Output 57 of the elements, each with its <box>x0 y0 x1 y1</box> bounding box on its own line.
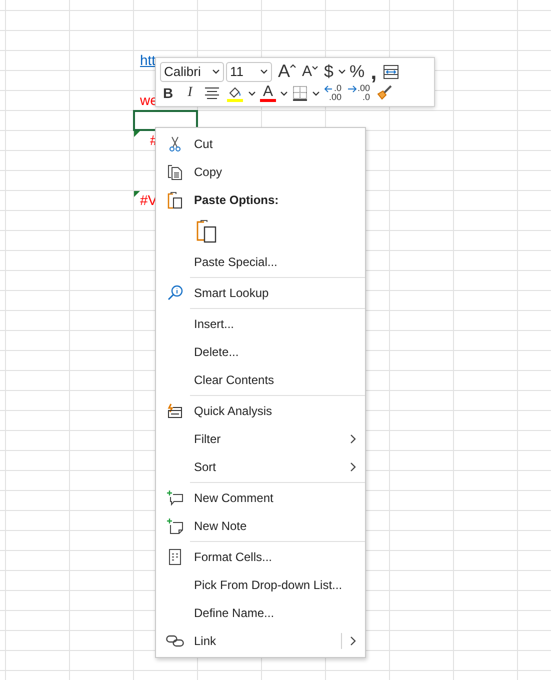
menu-item[interactable]: Smart Lookup <box>156 279 365 307</box>
arrow-icon <box>324 84 333 92</box>
caret-icon <box>212 69 220 74</box>
merge-cells-icon[interactable] <box>382 64 399 80</box>
link-icon <box>166 635 184 647</box>
menu-item[interactable]: Pick From Drop-down List... <box>156 571 365 599</box>
menu-item[interactable]: Quick Analysis <box>156 397 365 425</box>
increase-decimal-button[interactable]: .00 .0 <box>348 84 370 102</box>
chevron-right-icon <box>350 636 356 646</box>
font-name-dropdown[interactable]: Calibri <box>160 62 224 82</box>
clipboard-icon <box>167 191 183 209</box>
caret-icon <box>290 64 296 68</box>
menu-item[interactable]: Format Cells... <box>156 543 365 571</box>
cell-link[interactable]: htt <box>140 53 156 68</box>
percent-format-button[interactable]: % <box>350 62 365 82</box>
menu-item[interactable]: New Note <box>156 512 365 540</box>
font-size-dropdown[interactable]: 11 <box>226 62 272 82</box>
menu-item[interactable]: Clear Contents <box>156 366 365 394</box>
caret-icon <box>260 69 268 74</box>
copy-icon <box>167 164 183 180</box>
italic-button[interactable]: I <box>182 85 198 101</box>
comma-style-button[interactable]: , <box>370 62 377 82</box>
caret-icon <box>312 66 318 70</box>
menu-item[interactable]: Copy <box>156 158 365 186</box>
caret-icon[interactable] <box>338 69 346 74</box>
menu-item[interactable]: Paste Special... <box>156 248 365 276</box>
chevron-right-icon <box>350 434 356 444</box>
new-note-icon <box>167 518 183 534</box>
font-color-button[interactable]: A <box>260 84 276 102</box>
format-cells-icon <box>169 549 181 565</box>
menu-item[interactable]: New Comment <box>156 484 365 512</box>
new-comment-icon <box>167 490 183 506</box>
quick-analysis-icon <box>167 403 183 419</box>
arrow-icon <box>348 84 357 92</box>
menu-item[interactable]: Define Name... <box>156 599 365 627</box>
menu-heading: Paste Options: <box>156 186 365 214</box>
paste-icon[interactable] <box>196 219 218 243</box>
menu-item[interactable]: Sort <box>156 453 365 481</box>
scissors-icon <box>169 136 181 152</box>
menu-item[interactable]: Link <box>156 627 365 655</box>
align-center-icon[interactable] <box>204 85 220 101</box>
caret-icon[interactable] <box>312 90 320 96</box>
menu-item[interactable]: Delete... <box>156 338 365 366</box>
format-painter-icon[interactable] <box>376 84 394 102</box>
menu-item[interactable]: Cut <box>156 130 365 158</box>
currency-format-button[interactable]: $ <box>324 62 334 82</box>
bold-button[interactable]: B <box>160 85 176 101</box>
menu-item[interactable]: Insert... <box>156 310 365 338</box>
decrease-decimal-button[interactable]: .0 .00 <box>324 84 342 102</box>
caret-icon[interactable] <box>248 90 256 96</box>
chevron-right-icon <box>350 462 356 472</box>
borders-icon[interactable] <box>292 85 308 101</box>
increase-font-size-button[interactable]: A <box>278 61 296 82</box>
caret-icon[interactable] <box>280 90 288 96</box>
decrease-font-size-button[interactable]: A <box>302 63 318 80</box>
menu-item[interactable]: Filter <box>156 425 365 453</box>
search-icon <box>167 285 183 301</box>
